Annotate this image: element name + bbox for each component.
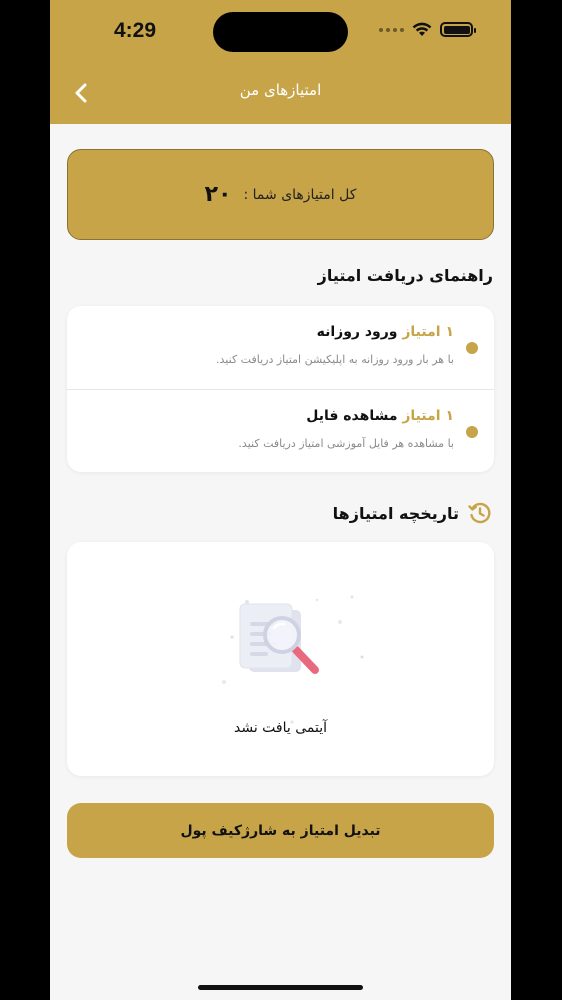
empty-search-illustration: [222, 595, 364, 724]
header-bar: 4:29 امتیازهای من: [50, 0, 511, 124]
history-section-title: تاریخچه امتیازها: [332, 503, 459, 523]
status-icons: [379, 22, 476, 37]
dynamic-island: [213, 12, 348, 52]
guide-item-heading: ۱ امتیاز مشاهده فایل: [306, 408, 454, 424]
history-icon: [468, 502, 491, 524]
total-points-label: کل امتیازهای شما :: [243, 186, 357, 203]
guide-item-points: ۱ امتیاز: [402, 324, 454, 340]
guide-item-view-file: ۱ امتیاز مشاهده فایل با مشاهده هر فایل آ…: [67, 389, 494, 471]
wifi-icon: [412, 22, 432, 36]
bullet-icon: [466, 426, 478, 438]
signal-icon: [379, 27, 404, 32]
guide-section-title: راهنمای دریافت امتیاز: [317, 266, 493, 285]
guide-item-daily-login: ۱ امتیاز ورود روزانه با هر بار ورود روزا…: [67, 306, 494, 388]
app-screen: 4:29 امتیازهای من کل امتیازهای شما : ۲۰ …: [50, 0, 511, 1000]
guide-card: ۱ امتیاز ورود روزانه با هر بار ورود روزا…: [67, 306, 494, 472]
battery-icon: [440, 22, 476, 37]
guide-item-name: ورود روزانه: [316, 324, 398, 340]
guide-item-points: ۱ امتیاز: [402, 408, 454, 424]
convert-to-wallet-button[interactable]: تبدیل امتیاز به شارژکیف پول: [67, 803, 494, 858]
empty-state-text: آیتمی یافت نشد: [233, 720, 327, 736]
history-empty-card: آیتمی یافت نشد: [67, 542, 494, 776]
guide-item-heading: ۱ امتیاز ورود روزانه: [317, 324, 454, 340]
bullet-icon: [466, 342, 478, 354]
guide-item-description: با هر بار ورود روزانه به اپلیکیشن امتیاز…: [216, 353, 454, 366]
guide-item-description: با مشاهده هر فایل آموزشی امتیاز دریافت ک…: [238, 437, 454, 450]
total-points-value: ۲۰: [204, 182, 232, 207]
status-time: 4:29: [114, 19, 157, 42]
total-points-card: کل امتیازهای شما : ۲۰: [67, 149, 494, 240]
guide-item-name: مشاهده فایل: [306, 408, 398, 424]
home-indicator[interactable]: [198, 985, 363, 990]
history-section-header: تاریخچه امتیازها: [333, 500, 493, 526]
page-title: امتیازهای من: [239, 81, 322, 99]
